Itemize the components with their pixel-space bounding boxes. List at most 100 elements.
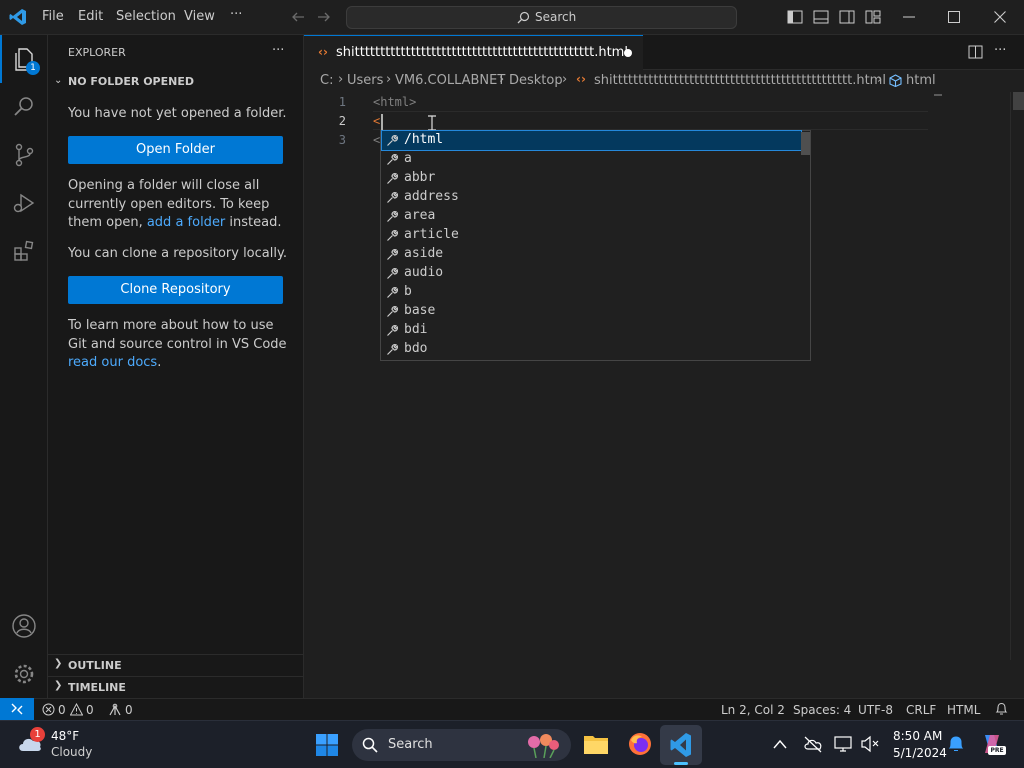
add-folder-link[interactable]: add a folder [147, 215, 225, 230]
cursor-position[interactable]: Ln 2, Col 2 [721, 703, 785, 717]
volume-muted-icon[interactable] [860, 735, 880, 753]
vscode-taskbar-button[interactable] [660, 725, 702, 765]
wrench-icon [386, 210, 399, 223]
file-explorer-icon[interactable] [583, 733, 609, 755]
menu-edit[interactable]: Edit [78, 9, 103, 24]
firefox-icon[interactable] [627, 731, 653, 757]
toggle-secondary-sidebar-icon[interactable] [839, 10, 855, 24]
copilot-icon[interactable]: PRE [980, 732, 1006, 756]
ports-count[interactable]: 0 [125, 703, 133, 717]
forward-arrow-icon[interactable] [317, 10, 331, 24]
suggestion-item[interactable]: base [382, 302, 801, 321]
suggestion-item[interactable]: a [382, 150, 801, 169]
active-app-indicator [674, 762, 688, 765]
toggle-panel-icon[interactable] [813, 10, 829, 24]
suggestion-item[interactable]: article [382, 226, 801, 245]
scrollbar-thumb[interactable] [1013, 92, 1024, 110]
code-line[interactable]: < [373, 114, 380, 128]
title-bar: File Edit Selection View ··· Search [0, 0, 1024, 35]
vscode-logo-icon [9, 8, 27, 26]
close-icon[interactable] [994, 11, 1006, 23]
chevron-up-icon[interactable] [773, 739, 787, 749]
windows-start-icon[interactable] [315, 733, 339, 757]
indentation[interactable]: Spaces: 4 [793, 703, 851, 717]
customize-layout-icon[interactable] [865, 10, 881, 24]
wrench-icon [386, 324, 399, 337]
language-mode[interactable]: HTML [947, 703, 980, 717]
editor-more-button[interactable]: ··· [994, 43, 1006, 58]
sidebar-title: EXPLORER [68, 46, 126, 59]
command-center-search[interactable]: Search [346, 6, 737, 29]
vertical-scrollbar[interactable] [1010, 92, 1024, 660]
suggestion-item[interactable]: audio [382, 264, 801, 283]
read-docs-link[interactable]: read our docs [68, 355, 157, 370]
suggestion-item[interactable]: aside [382, 245, 801, 264]
suggestion-label: area [404, 208, 436, 223]
breadcrumb-drive[interactable]: C: [320, 73, 333, 88]
taskbar-search-box[interactable]: Search [352, 729, 571, 761]
source-control-button[interactable] [0, 131, 48, 179]
explorer-badge: 1 [26, 61, 40, 75]
error-count[interactable]: 0 [58, 703, 66, 717]
suggestion-item[interactable]: address [382, 188, 801, 207]
sidebar-more-button[interactable]: ··· [272, 43, 284, 58]
accounts-button[interactable] [0, 602, 48, 650]
search-view-button[interactable] [0, 83, 48, 131]
code-line[interactable]: <html> [373, 95, 416, 109]
breadcrumb-user[interactable]: VM6.COLLABNET [395, 73, 505, 88]
wrench-icon [386, 134, 399, 147]
network-icon[interactable] [834, 735, 854, 753]
line-number: 3 [338, 133, 346, 147]
menu-selection[interactable]: Selection [116, 9, 176, 24]
remote-indicator[interactable] [0, 698, 34, 720]
unsaved-dot-icon[interactable] [624, 49, 632, 57]
suggestion-item-selected[interactable]: /html [381, 130, 802, 151]
menu-more[interactable]: ··· [230, 7, 242, 22]
bell-icon[interactable] [995, 702, 1008, 716]
line-ending[interactable]: CRLF [906, 703, 936, 717]
suggestion-label: bdi [404, 322, 428, 337]
onedrive-offline-icon[interactable] [803, 735, 823, 753]
toggle-primary-sidebar-icon[interactable] [787, 10, 803, 24]
suggestion-item[interactable]: bdi [382, 321, 801, 340]
minimize-icon[interactable] [903, 16, 915, 18]
clone-repository-button[interactable]: Clone Repository [68, 276, 283, 304]
breadcrumb-users[interactable]: Users [347, 73, 383, 88]
menu-file[interactable]: File [42, 9, 64, 24]
html-file-icon: ‹› [318, 45, 328, 59]
git-text-end: . [157, 355, 162, 370]
no-folder-section-header[interactable]: ⌄ NO FOLDER OPENED [48, 73, 303, 95]
suggestion-widget[interactable]: /html a abbr address area article aside audio b b… [380, 130, 811, 361]
suggest-scrollbar-thumb[interactable] [801, 132, 810, 155]
maximize-icon[interactable] [948, 11, 960, 23]
suggestion-label: address [404, 189, 459, 204]
editor-tab[interactable]: ‹› shitttttttttttttttttttttttttttttttttt… [304, 35, 643, 70]
encoding[interactable]: UTF-8 [858, 703, 893, 717]
suggestion-label: b [404, 284, 412, 299]
clock-date[interactable]: 5/1/2024 [893, 746, 947, 760]
open-folder-button[interactable]: Open Folder [68, 136, 283, 164]
clock-time[interactable]: 8:50 AM [893, 729, 942, 743]
breadcrumb-element[interactable]: html [906, 73, 936, 88]
suggestion-item[interactable]: bdo [382, 340, 801, 359]
warning-count[interactable]: 0 [86, 703, 94, 717]
timeline-section-header[interactable]: ❯ TIMELINE [48, 676, 303, 698]
manage-button[interactable] [0, 650, 48, 698]
extensions-button[interactable] [0, 227, 48, 275]
breadcrumb-desktop[interactable]: Desktop [509, 73, 563, 88]
explorer-button[interactable]: 1 [0, 35, 48, 83]
wrench-icon [386, 305, 399, 318]
back-arrow-icon[interactable] [291, 10, 305, 24]
notification-bell-icon[interactable] [948, 735, 964, 753]
run-debug-button[interactable] [0, 179, 48, 227]
no-folder-message: You have not yet opened a folder. [68, 106, 287, 121]
weather-badge: 1 [30, 727, 45, 742]
wrench-icon [386, 286, 399, 299]
suggestion-item[interactable]: b [382, 283, 801, 302]
split-editor-icon[interactable] [968, 45, 983, 59]
outline-section-header[interactable]: ❯ OUTLINE [48, 654, 303, 676]
breadcrumb-file[interactable]: shittttttttttttttttttttttttttttttttttttt… [594, 73, 886, 88]
suggestion-item[interactable]: area [382, 207, 801, 226]
menu-view[interactable]: View [184, 9, 215, 24]
suggestion-item[interactable]: abbr [382, 169, 801, 188]
